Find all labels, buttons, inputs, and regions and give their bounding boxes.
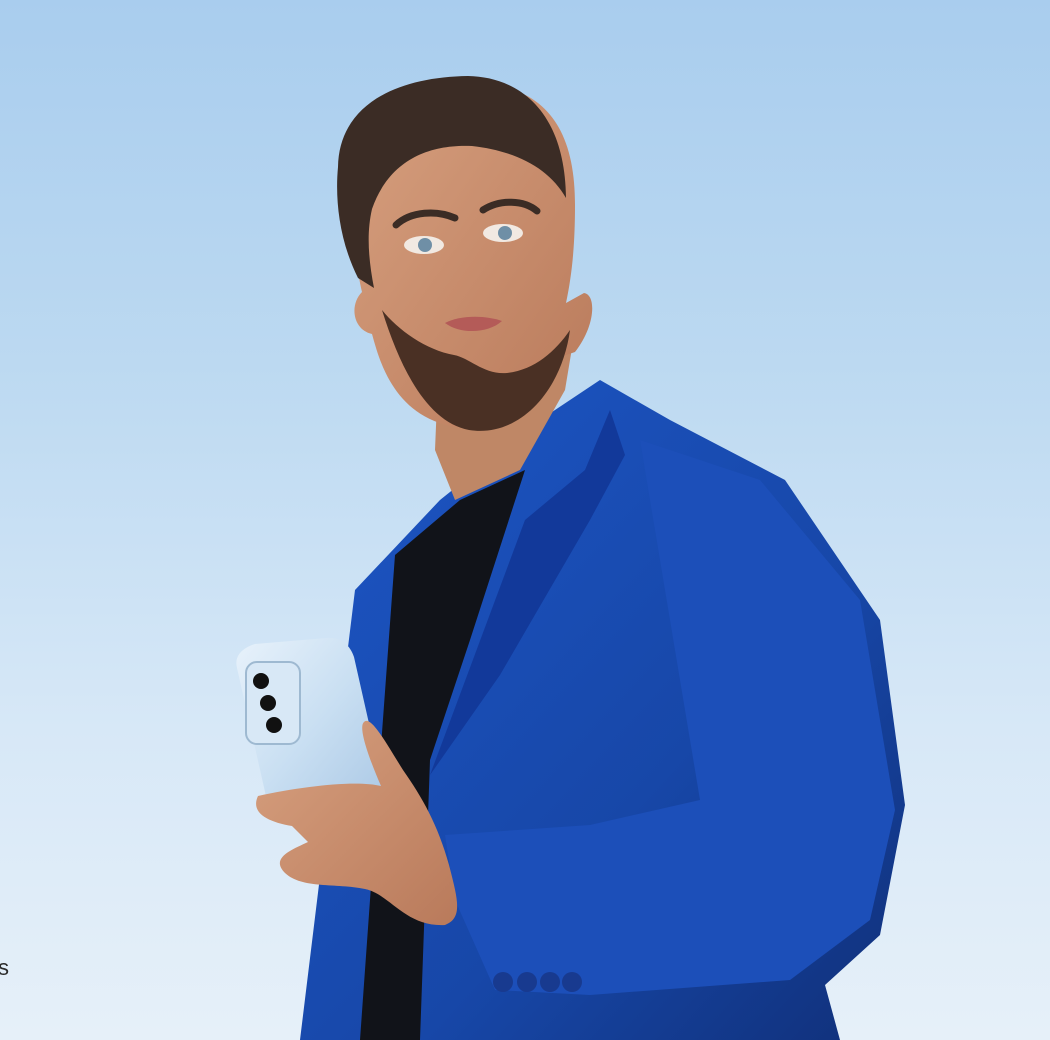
person [236,76,905,1040]
camera-lens [260,695,276,711]
button [493,972,513,992]
right-iris [498,226,512,240]
button [540,972,560,992]
camera-lens [253,673,269,689]
partial-caption-text: s [0,955,9,980]
button [562,972,582,992]
photo-scene [236,76,905,1040]
left-iris [418,238,432,252]
button [517,972,537,992]
promo-photo: s [0,0,1050,1040]
camera-lens [266,717,282,733]
